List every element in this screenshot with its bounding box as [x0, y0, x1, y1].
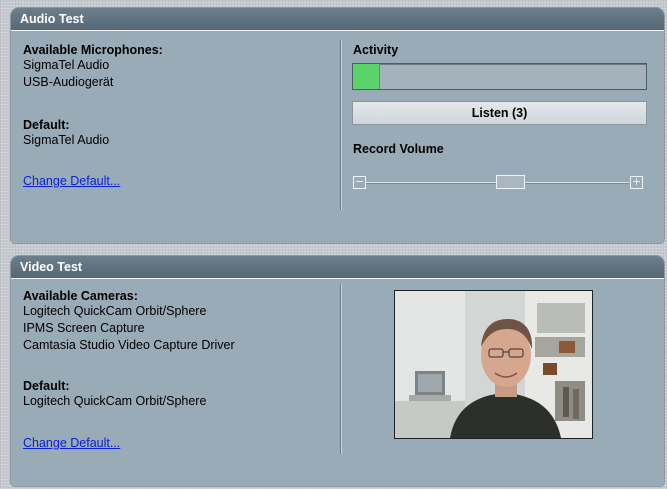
- video-panel-title: Video Test: [11, 256, 664, 279]
- microphone-item: SigmaTel Audio: [23, 58, 110, 72]
- plus-icon: +: [631, 175, 642, 188]
- audio-column-divider: [340, 40, 341, 210]
- minus-icon: −: [354, 175, 365, 188]
- record-volume-label: Record Volume: [353, 142, 444, 156]
- volume-slider-thumb[interactable]: [496, 175, 526, 189]
- video-default-section: Default: Logitech QuickCam Orbit/Sphere: [23, 379, 206, 410]
- camera-item: IPMS Screen Capture: [23, 321, 145, 335]
- microphone-item: USB-Audiogerät: [23, 75, 114, 89]
- audio-panel-title: Audio Test: [11, 8, 664, 31]
- activity-meter-fill: [353, 64, 381, 89]
- video-column-divider: [340, 284, 341, 454]
- camera-item: Camtasia Studio Video Capture Driver: [23, 338, 235, 352]
- video-default-label: Default:: [23, 379, 70, 393]
- microphones-section: Available Microphones: SigmaTel Audio US…: [23, 43, 163, 91]
- microphones-label: Available Microphones:: [23, 43, 163, 57]
- volume-decrease-button[interactable]: −: [353, 176, 366, 189]
- camera-preview: [394, 290, 593, 439]
- video-default-value: Logitech QuickCam Orbit/Sphere: [23, 394, 207, 408]
- activity-meter: [352, 63, 647, 90]
- audio-default-section: Default: SigmaTel Audio: [23, 118, 109, 149]
- camera-item: Logitech QuickCam Orbit/Sphere: [23, 304, 207, 318]
- cameras-label: Available Cameras:: [23, 289, 138, 303]
- audio-change-default-link[interactable]: Change Default...: [23, 174, 120, 188]
- webcam-image: [395, 291, 592, 438]
- volume-increase-button[interactable]: +: [630, 176, 643, 189]
- audio-default-label: Default:: [23, 118, 70, 132]
- listen-button[interactable]: Listen (3): [352, 101, 647, 125]
- cameras-section: Available Cameras: Logitech QuickCam Orb…: [23, 289, 235, 354]
- video-test-panel: Video Test Available Cameras: Logitech Q…: [11, 256, 664, 486]
- audio-default-value: SigmaTel Audio: [23, 133, 110, 147]
- activity-label: Activity: [353, 43, 399, 57]
- audio-test-panel: Audio Test Available Microphones: SigmaT…: [11, 8, 664, 243]
- video-change-default-link[interactable]: Change Default...: [23, 436, 120, 450]
